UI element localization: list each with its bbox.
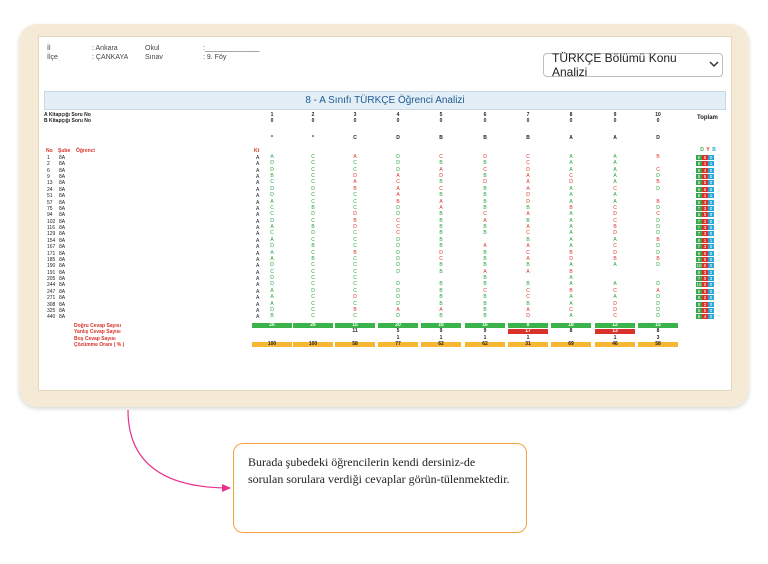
callout-text: Burada şubedeki öğrencilerin kendi dersi… — [248, 455, 510, 486]
callout-note: Burada şubedeki öğrencilerin kendi dersi… — [233, 443, 527, 533]
